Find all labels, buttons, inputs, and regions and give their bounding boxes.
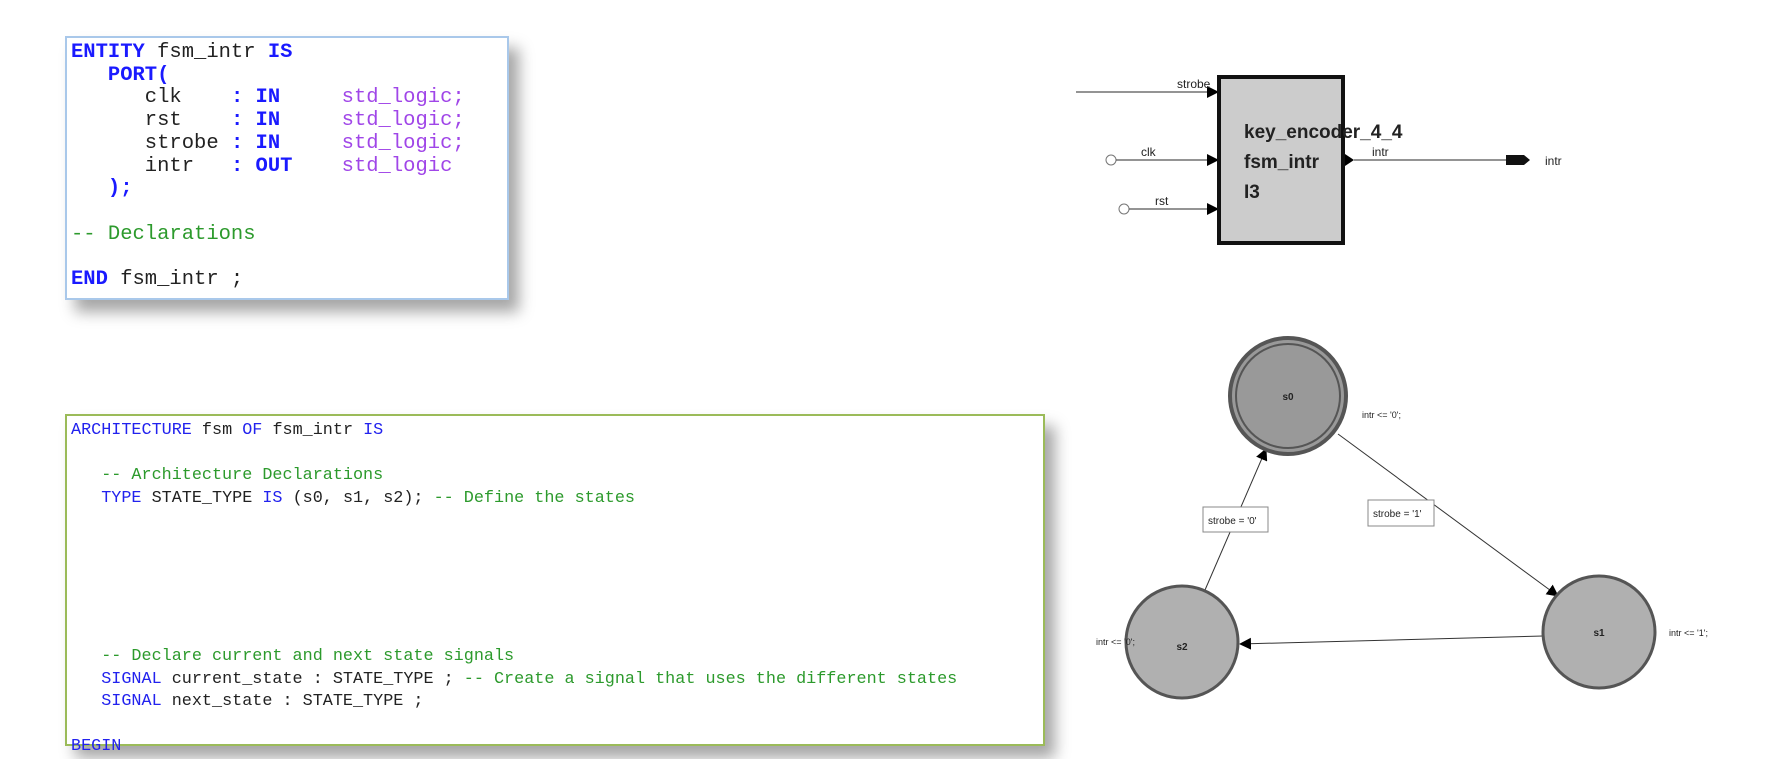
diagrams-canvas: strobe clk rst key_encoder_4_4 fsm_intr … [1076,75,1708,700]
state-s2-action: intr <= '0'; [1096,637,1135,647]
state-s1-label: s1 [1593,628,1605,639]
rst-port-icon [1118,203,1130,215]
block-diagram: strobe clk rst key_encoder_4_4 fsm_intr … [1076,75,1562,245]
condition-strobe-0: strobe = '0' [1208,516,1257,527]
state-s1-action: intr <= '1'; [1669,628,1708,638]
output-port-flag-icon [1506,155,1530,165]
clk-label: clk [1141,145,1157,159]
block-instance-label: I3 [1244,182,1260,203]
state-s0-action: intr <= '0'; [1362,410,1401,420]
block-entity-label: fsm_intr [1244,152,1320,173]
strobe-label: strobe [1177,77,1211,91]
condition-strobe-1: strobe = '1' [1373,509,1422,520]
block-library-label: key_encoder_4_4 [1244,122,1403,143]
transition-s1-s2[interactable] [1239,635,1544,650]
intr-port-label: intr [1545,154,1562,168]
rst-label: rst [1155,194,1169,208]
clk-port-icon [1105,154,1117,166]
state-s2-label: s2 [1176,642,1188,653]
state-s0-label: s0 [1282,392,1294,403]
output-port-arrow-icon [1345,154,1354,166]
state-diagram: s0 intr <= '0'; s1 intr <= '1'; s2 intr … [1096,336,1708,700]
intr-wire-label: intr [1372,145,1389,159]
